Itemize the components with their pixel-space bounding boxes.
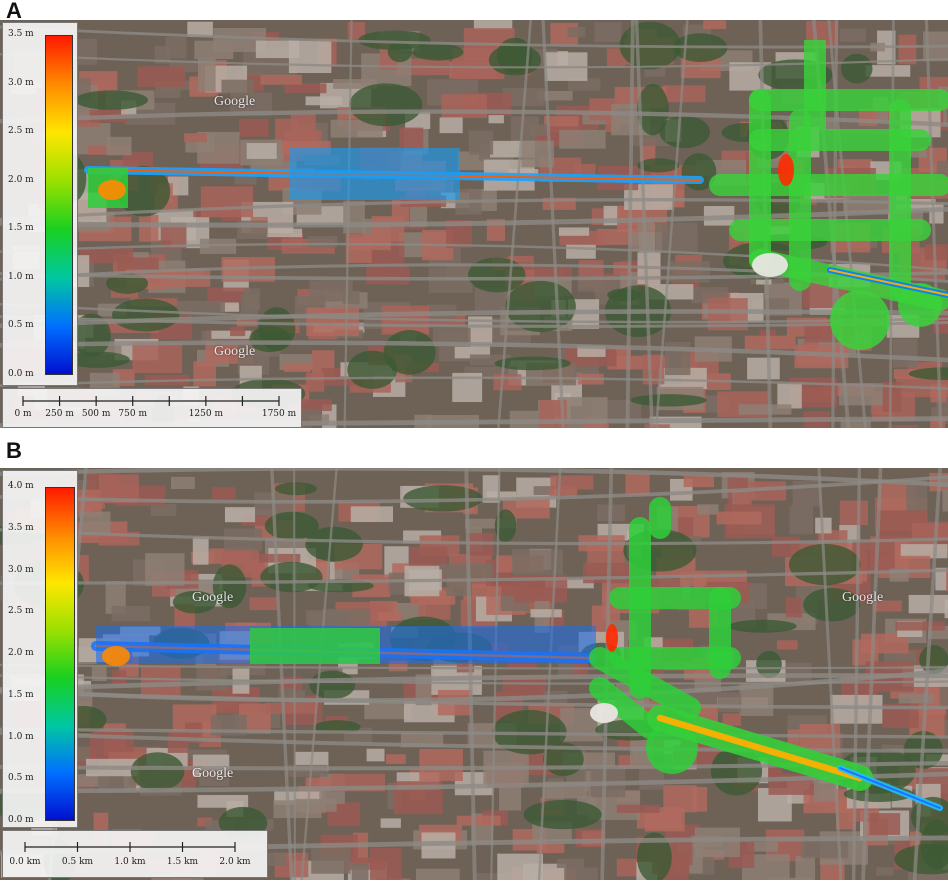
- panel-b-letter: B: [6, 438, 22, 463]
- legend-tick-label: 0.0 m: [8, 815, 34, 825]
- legend-tick-label: 1.0 m: [8, 731, 34, 742]
- depth-legend-b: 4.0 m 3.5 m 3.0 m 2.5 m 2.0 m 1.5 m 1.0 m 0.5 m…: [2, 470, 78, 828]
- legend-tick-label: 0.0 m: [8, 369, 34, 379]
- scale-label: 250 m: [45, 409, 74, 419]
- scale-bar-a: 0 m 250 m 500 m 750 m 1250 m 1750 m: [2, 388, 302, 428]
- legend-tick-label: 0.5 m: [8, 320, 34, 331]
- legend-tick-label: 2.0 m: [8, 174, 34, 185]
- legend-tick-label: 3.0 m: [8, 564, 34, 575]
- scale-label: 2.0 km: [219, 857, 251, 867]
- legend-tick-label: 3.5 m: [8, 522, 34, 533]
- legend-tick-label: 3.5 m: [8, 29, 34, 39]
- legend-tick-label: 0.5 m: [8, 773, 34, 784]
- scale-bar-b: 0.0 km 0.5 km 1.0 km 1.5 km 2.0 km: [2, 830, 268, 878]
- scale-label: 1.0 km: [114, 857, 146, 867]
- scale-label: 1.5 km: [166, 857, 199, 867]
- google-watermark: Google: [192, 766, 234, 781]
- scale-label: 1750 m: [261, 409, 297, 419]
- scale-label: 750 m: [118, 409, 147, 419]
- legend-tick-label: 1.5 m: [8, 689, 34, 700]
- legend-tick-label: 2.5 m: [8, 126, 34, 137]
- satellite-basemap-a: [0, 20, 948, 428]
- legend-tick-label: 1.5 m: [8, 223, 34, 234]
- scale-label: 1250 m: [188, 409, 223, 419]
- legend-tick-label: 1.0 m: [8, 271, 34, 282]
- legend-tick-label: 3.0 m: [8, 77, 34, 88]
- google-watermark: Google: [214, 344, 256, 359]
- depth-color-ramp-b: [45, 487, 75, 821]
- google-watermark: Google: [192, 590, 234, 605]
- depth-color-ramp-a: [45, 35, 73, 375]
- satellite-basemap-b: [0, 468, 948, 880]
- legend-tick-label: 4.0 m: [8, 481, 34, 491]
- scale-label: 0 m: [14, 409, 32, 419]
- scale-label: 500 m: [81, 409, 111, 419]
- google-watermark: Google: [214, 94, 256, 109]
- depth-legend-a: 3.5 m 3.0 m 2.5 m 2.0 m 1.5 m 1.0 m 0.5 m 0.0 m: [2, 22, 78, 386]
- google-watermark: Google: [842, 590, 884, 605]
- flood-map-b[interactable]: Google Google Google 4.0 m 3.5 m 3.0 m 2.5 …: [0, 468, 948, 880]
- legend-tick-label: 2.0 m: [8, 648, 34, 658]
- scale-label: 0.5 km: [61, 857, 94, 867]
- flood-map-a[interactable]: Google Google 3.5 m 3.0 m 2.5 m 2.0 m 1.5 m 1…: [0, 20, 948, 428]
- scale-label: 0.0 km: [9, 857, 41, 867]
- legend-tick-label: 2.5 m: [8, 606, 34, 617]
